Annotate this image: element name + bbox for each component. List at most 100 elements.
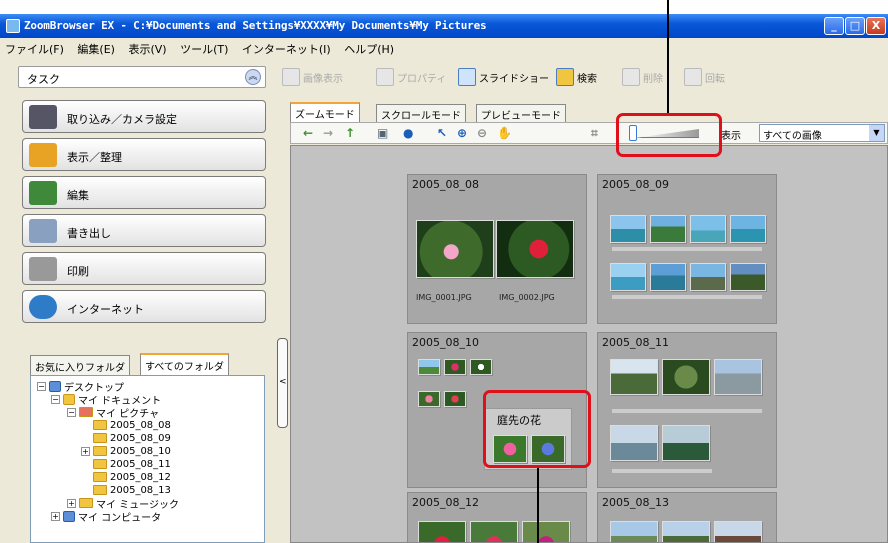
title-bar[interactable]: ZoomBrowser EX - C:¥Documents and Settin… [0, 14, 888, 38]
photo-thumbnail[interactable] [418, 359, 440, 375]
collapse-icon[interactable]: − [67, 407, 76, 417]
printer-icon [29, 257, 57, 281]
date-group-2005-08-12[interactable]: 2005_08_12 [407, 492, 587, 542]
photo-thumbnail[interactable] [610, 359, 658, 395]
task-view-organize[interactable]: 表示／整理 [22, 138, 266, 171]
tree-item-2005-08-12[interactable]: 2005_08_12 [93, 471, 171, 483]
tab-zoom-mode[interactable]: ズームモード [290, 102, 360, 123]
tree-item-my-computer[interactable]: + マイ コンピュータ [51, 510, 161, 524]
photo-thumbnail[interactable] [470, 359, 492, 375]
tree-item-desktop[interactable]: − デスクトップ [37, 380, 124, 394]
expand-icon[interactable]: + [51, 511, 60, 521]
photo-thumbnail[interactable] [610, 215, 646, 243]
tree-item-my-documents[interactable]: − マイ ドキュメント [51, 393, 161, 407]
chevron-down-icon[interactable]: ▼ [869, 125, 884, 141]
expand-icon[interactable]: + [67, 498, 76, 508]
collapse-icon[interactable]: − [51, 394, 60, 404]
tree-item-my-pictures[interactable]: − マイ ピクチャ [67, 406, 159, 420]
tree-item-2005-08-08[interactable]: 2005_08_08 [93, 419, 171, 431]
delete-button[interactable]: 削除 [622, 67, 663, 87]
chevron-up-icon[interactable]: ︽ [245, 69, 261, 85]
tasks-header[interactable]: タスク ︽ [18, 66, 266, 88]
back-arrow-icon[interactable]: ← [303, 126, 313, 140]
forward-arrow-icon[interactable]: → [323, 126, 333, 140]
photo-thumbnail[interactable] [730, 263, 766, 291]
tab-favorite-folders[interactable]: お気に入りフォルダ [30, 355, 130, 375]
photo-thumbnail[interactable] [690, 263, 726, 291]
rotate-icon [684, 68, 702, 86]
pane-splitter[interactable]: < [277, 338, 288, 428]
minimize-button[interactable]: _ [824, 17, 844, 35]
photo-thumbnail[interactable] [662, 359, 710, 395]
music-folder-icon [79, 498, 93, 508]
thumbnail-area[interactable]: 2005_08_08 IMG_0001.JPG IMG_0002.JPG 200… [290, 145, 888, 543]
highlight-zoom-slider [616, 113, 722, 157]
hand-icon[interactable]: ✋ [497, 126, 512, 140]
photo-thumbnail[interactable] [444, 391, 466, 407]
task-import-camera[interactable]: 取り込み／カメラ設定 [22, 100, 266, 133]
zoom-out-icon[interactable]: ⊖ [477, 126, 487, 140]
pointer-icon[interactable]: ↖ [437, 126, 447, 140]
photo-thumbnail[interactable] [714, 521, 762, 542]
photo-thumbnail[interactable] [690, 215, 726, 243]
up-arrow-icon[interactable]: ↑ [345, 126, 355, 140]
close-button[interactable]: X [866, 17, 886, 35]
photo-thumbnail[interactable] [650, 215, 686, 243]
expand-icon[interactable]: + [81, 446, 90, 456]
photo-thumbnail[interactable] [650, 263, 686, 291]
maximize-button[interactable]: □ [845, 17, 865, 35]
task-print[interactable]: 印刷 [22, 252, 266, 285]
show-label: 表示 [721, 131, 741, 142]
menu-file[interactable]: ファイル(F) [0, 38, 69, 57]
trash-icon [622, 68, 640, 86]
menu-view[interactable]: 表示(V) [123, 38, 171, 57]
photo-thumbnail[interactable] [470, 521, 518, 542]
photo-thumbnail[interactable] [418, 521, 466, 542]
photo-thumbnail[interactable] [610, 425, 658, 461]
task-internet[interactable]: インターネット [22, 290, 266, 323]
photo-thumbnail[interactable] [416, 220, 494, 278]
photo-thumbnail[interactable] [610, 263, 646, 291]
leader-line-bottom [537, 468, 539, 543]
slideshow-button[interactable]: スライドショー [458, 67, 549, 87]
tree-item-2005-08-10[interactable]: +2005_08_10 [81, 445, 171, 457]
photo-thumbnail[interactable] [714, 359, 762, 395]
image-view-button[interactable]: 画像表示 [282, 67, 343, 87]
tree-item-my-music[interactable]: + マイ ミュージック [67, 497, 179, 511]
image-filter-select[interactable]: すべての画像 ▼ [759, 124, 885, 142]
tree-item-2005-08-11[interactable]: 2005_08_11 [93, 458, 171, 470]
date-group-2005-08-13[interactable]: 2005_08_13 [597, 492, 777, 542]
tasks-header-label: タスク [27, 73, 60, 86]
menu-help[interactable]: ヘルプ(H) [339, 38, 399, 57]
collapse-icon[interactable]: − [37, 381, 46, 391]
select-tool-icon[interactable]: ▣ [377, 126, 388, 140]
photo-thumbnail[interactable] [662, 425, 710, 461]
menu-tools[interactable]: ツール(T) [175, 38, 233, 57]
photo-thumbnail[interactable] [444, 359, 466, 375]
info-icon[interactable]: ● [403, 126, 413, 140]
menu-internet[interactable]: インターネット(I) [237, 38, 336, 57]
photo-thumbnail[interactable] [662, 521, 710, 542]
photo-thumbnail[interactable] [496, 220, 574, 278]
tab-scroll-mode[interactable]: スクロールモード [376, 104, 466, 123]
photo-thumbnail[interactable] [418, 391, 440, 407]
task-export[interactable]: 書き出し [22, 214, 266, 247]
rotate-button[interactable]: 回転 [684, 67, 725, 87]
photo-thumbnail[interactable] [610, 521, 658, 542]
chevron-left-icon[interactable]: < [279, 377, 287, 387]
tab-all-folders[interactable]: すべてのフォルダ [140, 353, 229, 375]
fit-icon[interactable]: ⌗ [591, 126, 598, 141]
date-group-2005-08-08[interactable]: 2005_08_08 IMG_0001.JPG IMG_0002.JPG [407, 174, 587, 324]
menu-edit[interactable]: 編集(E) [72, 38, 120, 57]
zoom-in-icon[interactable]: ⊕ [457, 126, 467, 140]
date-group-2005-08-11[interactable]: 2005_08_11 [597, 332, 777, 488]
tree-item-2005-08-09[interactable]: 2005_08_09 [93, 432, 171, 444]
tab-preview-mode[interactable]: プレビューモード [476, 104, 566, 123]
photo-thumbnail[interactable] [730, 215, 766, 243]
task-edit[interactable]: 編集 [22, 176, 266, 209]
date-group-2005-08-09[interactable]: 2005_08_09 [597, 174, 777, 324]
photo-thumbnail[interactable] [522, 521, 570, 542]
properties-button[interactable]: プロパティ [376, 67, 446, 87]
search-button[interactable]: 検索 [556, 67, 597, 87]
tree-item-2005-08-13[interactable]: 2005_08_13 [93, 484, 171, 496]
